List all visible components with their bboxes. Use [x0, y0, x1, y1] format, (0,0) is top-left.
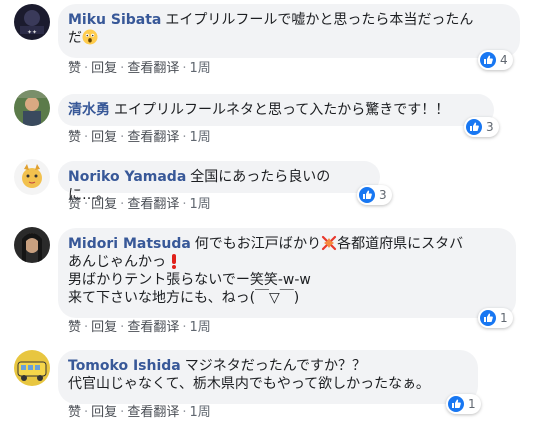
comment-text: 何でもお江戸ばかり	[194, 236, 322, 252]
avatar[interactable]	[14, 227, 50, 263]
reply-link[interactable]: 回复	[91, 130, 117, 145]
like-reaction-icon	[448, 396, 464, 412]
comment-author[interactable]: 清水勇	[68, 102, 110, 118]
comment-actions: 赞 · 回复 · 查看翻译 · 1周	[68, 320, 211, 335]
reaction-number: 3	[486, 120, 494, 134]
comment-author[interactable]: Midori Matsuda	[68, 236, 191, 252]
anger-symbol-icon	[321, 235, 337, 251]
astonished-face-icon	[82, 29, 98, 45]
reply-link[interactable]: 回复	[91, 320, 117, 335]
comment-actions: 赞 · 回复 · 查看翻译 · 1周	[68, 130, 211, 145]
comment-bubble: Midori Matsuda 何でもお江戸ばかり 各都道府県にスタバ あんじゃんかっ…	[58, 228, 516, 318]
reaction-count[interactable]: 1	[478, 308, 513, 328]
reaction-number: 3	[379, 188, 387, 202]
comment-bubble: Tomoko Ishida マジネタだったんですか？？ 代官山じゃなくて、栃木県内…	[58, 350, 478, 404]
comment-author[interactable]: Tomoko Ishida	[68, 358, 181, 374]
reaction-count[interactable]: 4	[478, 50, 513, 70]
comment-text: エイプリルフールネタと思って入たから驚きです！！	[114, 102, 450, 118]
timestamp[interactable]: 1周	[189, 405, 210, 420]
reaction-count[interactable]: 3	[357, 185, 392, 205]
see-translation-link[interactable]: 查看翻译	[127, 61, 179, 76]
like-link[interactable]: 赞	[68, 61, 81, 76]
comment-actions: 赞 · 回复 · 查看翻译 · 1周	[68, 61, 211, 76]
comment-text: エイプリルフールで嘘かと思ったら本当だったん	[165, 12, 474, 28]
reply-link[interactable]: 回复	[91, 61, 117, 76]
reaction-number: 1	[468, 397, 476, 411]
see-translation-link[interactable]: 查看翻译	[127, 405, 179, 420]
avatar[interactable]: ✦✦	[14, 4, 50, 40]
like-reaction-icon	[466, 119, 482, 135]
like-reaction-icon	[359, 187, 375, 203]
comment-text: 各都道府県にスタバ	[337, 236, 464, 252]
see-translation-link[interactable]: 查看翻译	[127, 197, 179, 212]
reaction-count[interactable]: 3	[464, 117, 499, 137]
comment-actions: 赞 · 回复 · 查看翻译 · 1周	[68, 197, 211, 212]
comment-text: 男ばかりテント張らないでー笑笑-w-w	[68, 272, 311, 288]
avatar[interactable]	[14, 90, 50, 126]
comment-bubble: 清水勇 エイプリルフールネタと思って入たから驚きです！！	[58, 94, 494, 126]
reply-link[interactable]: 回复	[91, 405, 117, 420]
comment-text: 代官山じゃなくて、栃木県内でもやって欲しかったなぁ。	[68, 376, 430, 392]
exclamation-icon	[166, 253, 182, 269]
reaction-number: 4	[500, 53, 508, 67]
comment-bubble: Noriko Yamada 全国にあったら良いのに…。	[58, 161, 380, 203]
reply-link[interactable]: 回复	[91, 197, 117, 212]
avatar[interactable]	[14, 159, 50, 195]
like-link[interactable]: 赞	[68, 405, 81, 420]
avatar[interactable]	[14, 350, 50, 386]
comment-text: 来て下さいな地方にも、ねっ(￣▽￣)	[68, 290, 300, 306]
comment-author[interactable]: Noriko Yamada	[68, 169, 186, 185]
timestamp[interactable]: 1周	[189, 130, 210, 145]
see-translation-link[interactable]: 查看翻译	[127, 130, 179, 145]
timestamp[interactable]: 1周	[189, 197, 210, 212]
comment-actions: 赞 · 回复 · 查看翻译 · 1周	[68, 405, 211, 420]
timestamp[interactable]: 1周	[189, 320, 210, 335]
timestamp[interactable]: 1周	[189, 61, 210, 76]
like-link[interactable]: 赞	[68, 197, 81, 212]
like-link[interactable]: 赞	[68, 130, 81, 145]
comment-text: マジネタだったんですか？？	[184, 358, 367, 374]
see-translation-link[interactable]: 查看翻译	[127, 320, 179, 335]
reaction-number: 1	[500, 311, 508, 325]
comment-author[interactable]: Miku Sibata	[68, 12, 161, 28]
like-link[interactable]: 赞	[68, 320, 81, 335]
comment-text: だ	[68, 30, 82, 46]
like-reaction-icon	[480, 52, 496, 68]
like-reaction-icon	[480, 310, 496, 326]
svg-text:✦✦: ✦✦	[27, 29, 37, 36]
comment-text: あんじゃんかっ	[68, 254, 166, 270]
reaction-count[interactable]: 1	[446, 394, 481, 414]
comment-bubble: Miku Sibata エイプリルフールで嘘かと思ったら本当だったん だ	[58, 4, 520, 58]
